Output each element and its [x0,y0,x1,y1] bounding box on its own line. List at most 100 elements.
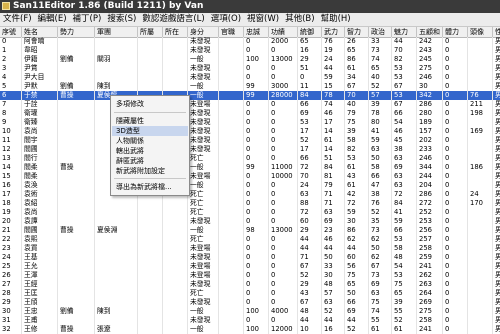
cell-merit: 13000 [269,55,298,64]
cell-intelligence: 69 [345,307,369,316]
table-row[interactable]: 14閻柔曹操 一般 991100072846158693440186男 [0,163,500,172]
menu-search[interactable]: 搜索(S) [104,13,139,26]
table-row[interactable]: 19袁尚死亡0072635952412520男 [0,208,500,217]
table-row[interactable]: 32王修曹操張遼一般1001200010165261612410男 [0,325,500,334]
ctx-export-officer[interactable]: 轄出武將 [116,146,186,156]
table-row[interactable]: 9衛臻未發現0053177580541890男 [0,118,500,127]
cell-five-visits: 258 [417,316,443,325]
table-row[interactable]: 21閻圃曹操夏侯淵 一般 981300029238673662560 男 [0,226,500,235]
column-header-index[interactable]: 序號 [0,27,22,37]
cell-leadership: 52 [298,271,322,280]
cell-intelligence: 30 [345,217,369,226]
table-row[interactable]: 0阿會喃未發現0200065762633442420男 [0,37,500,46]
column-header-location[interactable]: 所在 [163,27,188,37]
cell-affiliation [138,226,163,235]
column-header-force[interactable]: 勢力 [58,27,95,37]
table-row[interactable]: 10袁尚未發現0017143941461570169男 [0,127,500,136]
menu-help[interactable]: 幫助(H) [318,13,354,26]
column-header-war[interactable]: 武力 [322,27,345,37]
column-header-intelligence[interactable]: 智力 [345,27,369,37]
column-header-status[interactable]: 身分 [188,27,219,37]
ctx-relationships[interactable]: 人物關係 [116,136,186,146]
cell-loyalty: 0 [244,109,269,118]
column-header-loyalty[interactable]: 忠誠 [244,27,269,37]
column-header-gender[interactable]: 性別 [493,27,500,37]
table-row[interactable]: 28王匡死亡0043575063652640男 [0,289,500,298]
table-row[interactable]: 7于詮未登場0066744039672860211男 [0,100,500,109]
cell-five-visits: 257 [417,235,443,244]
cell-politics: 66 [369,172,392,181]
column-header-rank[interactable]: 官職 [219,27,244,37]
ctx-multi-edit[interactable]: 多項修改 [116,99,186,109]
table-row[interactable]: 18袁紹死亡0088717276842720170男 [0,199,500,208]
column-header-corps[interactable]: 軍團 [95,27,138,37]
table-row[interactable]: 20袁譚未發現0060693035592530男 [0,217,500,226]
cell-war: 79 [322,181,345,190]
cell-politics: 69 [369,280,392,289]
table-row[interactable]: 29王頎未發現0067636675392690男 [0,298,500,307]
table-row[interactable]: 23袁買未登場0044444450582580男 [0,244,500,253]
column-header-charm[interactable]: 魅力 [392,27,417,37]
column-header-five-visits[interactable]: 五顧和 [417,27,443,37]
column-header-name[interactable]: 姓名 [22,27,58,37]
cell-corps [95,262,138,271]
table-row[interactable]: 30王忠劉備陳到 一般 100400048526974552750 男 [0,307,500,316]
menu-file[interactable]: 文件(F) [0,13,35,26]
cell-force [58,136,95,145]
menu-options[interactable]: 選項(O) [208,13,244,26]
cell-loyalty: 0 [244,190,269,199]
menu-window[interactable]: 視窗(W) [244,13,282,26]
cell-intelligence: 53 [345,154,369,163]
column-header-leadership[interactable]: 統御 [298,27,322,37]
ctx-hide-attributes[interactable]: 隱藏屬性 [116,116,186,126]
cell-name: 于詮 [22,100,58,109]
table-row[interactable]: 1韋昭未發現0016196573702430男 [0,46,500,55]
cell-war: 44 [322,64,345,73]
column-header-affiliation[interactable]: 所屬 [138,27,163,37]
table-row-selected[interactable]: 6于禁曹操夏侯惇一般99280008478705753342076男 [0,91,500,100]
menu-language[interactable]: 數認遊戲語言(L) [139,13,207,26]
table-row[interactable]: 2伊籍劉備關羽 一般 1001300029248674822450 男 [0,55,500,64]
cell-name: 衛臻 [22,118,58,127]
cell-leadership: 72 [298,208,322,217]
table-row[interactable]: 11閻宇未發現0052615859452020男 [0,136,500,145]
column-header-politics[interactable]: 政治 [369,27,392,37]
cell-index: 21 [0,226,22,235]
cell-portrait [468,217,493,226]
ctx-remove-officer[interactable]: 辭匿武將 [116,156,186,166]
cell-status: 未登場 [188,172,219,181]
table-row[interactable]: 13閻行死亡0066515350632460男 [0,154,500,163]
table-row[interactable]: 26王渾未登場0052307573532620男 [0,271,500,280]
cell-rank [219,325,244,334]
cell-charm: 45 [392,136,417,145]
cell-politics: 61 [369,325,392,334]
table-row[interactable]: 15閻柔未登場01000070814366632440男 [0,172,500,181]
table-row[interactable]: 17袁術死亡006371423872286024男 [0,190,500,199]
column-header-merit[interactable]: 功績 [269,27,298,37]
ctx-3d-model[interactable]: 3D造型 [112,126,188,136]
menu-other[interactable]: 其他(B) [282,13,317,26]
column-header-portrait[interactable]: 頭像 [468,27,493,37]
table-row[interactable]: 24王基未發現0071506062482590男 [0,253,500,262]
cell-loyalty: 99 [244,82,269,91]
table-row[interactable]: 27王經未發現0029486569752630男 [0,280,500,289]
table-row[interactable]: 8衛瓘未發現0069467978662800198男 [0,109,500,118]
column-header-stamina[interactable]: 體力 [443,27,468,37]
ctx-new-officer-settings[interactable]: 新武將附加設定 [116,166,186,176]
table-row[interactable]: 12閻圃未發現0017148263382330男 [0,145,500,154]
table-row[interactable]: 31王甫未發現0044444455522580男 [0,316,500,325]
ctx-export-new-officer-file[interactable]: 導出為新武將檔... [116,182,186,192]
menu-patch[interactable]: 補丁(P) [70,13,105,26]
menu-edit[interactable]: 編輯(E) [35,13,70,26]
table-row[interactable]: 22袁熙死亡0044466262532570男 [0,235,500,244]
table-row[interactable]: 25王允未登場0067335667542410男 [0,262,500,271]
context-menu: 多項修改 隱藏屬性 3D造型 人物關係 轄出武將 辭匿武將 新武將附加設定 導出… [110,95,190,196]
cell-five-visits: 246 [417,73,443,82]
cell-corps [95,298,138,307]
table-row[interactable]: 3尹賞未發現0051446165532750男 [0,64,500,73]
cell-force [58,253,95,262]
table-row[interactable]: 5尹默劉備陳到一般9930001115675267300男 [0,82,500,91]
cell-force [58,244,95,253]
table-row[interactable]: 16袁渙一般0024796147632040男 [0,181,500,190]
table-row[interactable]: 4尹大目未發現000593440532460男 [0,73,500,82]
